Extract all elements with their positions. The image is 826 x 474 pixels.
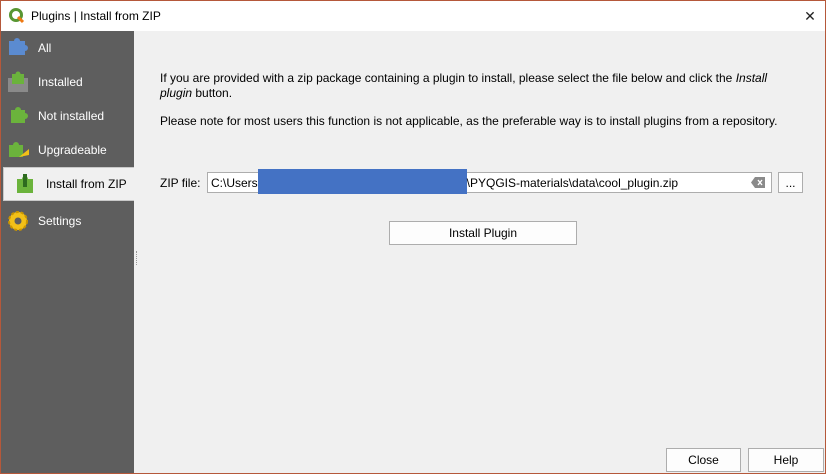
zip-path-prefix: C:\Users [211, 175, 258, 190]
help-button[interactable]: Help [748, 448, 824, 472]
plugins-dialog: Plugins | Install from ZIP ✕ All Install… [0, 0, 826, 474]
sidebar-item-installed[interactable]: Installed [1, 65, 134, 99]
qgis-logo-icon [9, 8, 25, 24]
sidebar-item-settings[interactable]: Settings [1, 204, 134, 238]
close-button[interactable]: Close [666, 448, 741, 472]
zip-path-suffix: \PYQGIS-materials\data\cool_plugin.zip [466, 175, 679, 190]
puzzle-zip-icon [17, 174, 33, 193]
sidebar-item-label: Installed [38, 75, 83, 89]
sidebar-item-label: Settings [38, 214, 82, 228]
install-plugin-button[interactable]: Install Plugin [389, 221, 577, 245]
sidebar-item-upgradeable[interactable]: Upgradeable [1, 133, 134, 167]
instructions-text: If you are provided with a zip package c… [160, 71, 768, 100]
puzzle-installed-icon [8, 71, 28, 92]
zip-file-label: ZIP file: [160, 176, 201, 190]
sidebar-item-label: Install from ZIP [46, 177, 127, 191]
window-close-icon[interactable]: ✕ [795, 1, 825, 31]
sidebar-item-label: All [38, 41, 52, 55]
puzzle-not-installed-icon [11, 107, 28, 123]
redacted-username [257, 169, 467, 194]
sidebar-item-install-from-zip[interactable]: Install from ZIP [3, 167, 134, 201]
window-title: Plugins | Install from ZIP [31, 9, 161, 23]
puzzle-all-icon [9, 38, 28, 55]
title-bar: Plugins | Install from ZIP ✕ [1, 1, 825, 31]
sidebar-item-not-installed[interactable]: Not installed [1, 99, 134, 133]
install-zip-panel: If you are provided with a zip package c… [135, 31, 825, 473]
clear-input-icon[interactable] [751, 177, 765, 188]
sidebar-item-label: Upgradeable [38, 143, 107, 157]
sidebar-item-label: Not installed [38, 109, 105, 123]
note-text: Please note for most users this function… [160, 114, 778, 128]
browse-button[interactable]: ... [778, 172, 803, 193]
zip-file-input[interactable]: C:\Users \PYQGIS-materials\data\cool_plu… [207, 169, 772, 194]
puzzle-upgradeable-icon [9, 142, 29, 157]
sidebar: All Installed Not installed Upgradeable … [1, 31, 134, 473]
sidebar-item-all[interactable]: All [1, 31, 134, 65]
gear-icon [8, 211, 28, 231]
